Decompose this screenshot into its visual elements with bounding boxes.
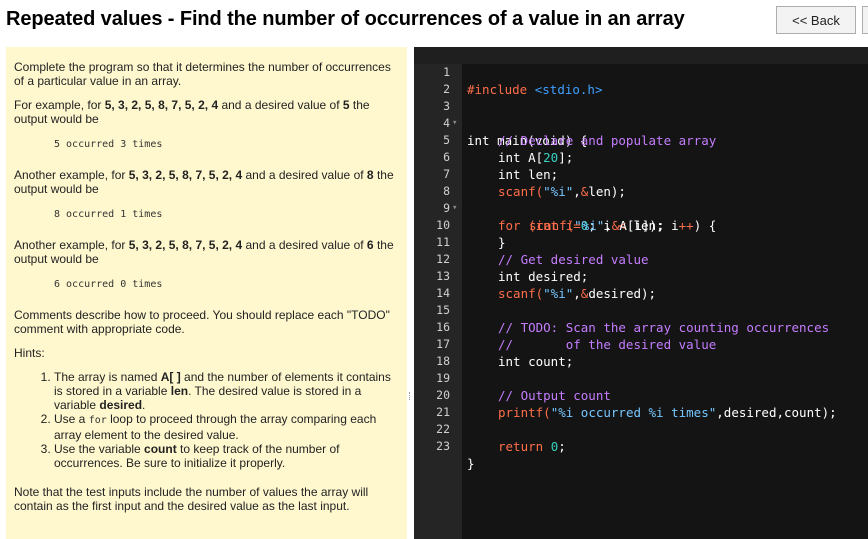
example-3-output: 6 occurred 0 times (54, 279, 163, 290)
example-1-output: 5 occurred 3 times (54, 139, 163, 150)
code-line[interactable]: 2 (414, 64, 868, 96)
example-2-text: Another example, for 5, 3, 2, 5, 8, 7, 5… (14, 168, 394, 196)
code-line[interactable]: 17 int count; (414, 319, 868, 369)
code-line[interactable]: 15 // TODO: Scan the array counting occu… (414, 285, 868, 335)
code-line[interactable]: 9 scanf("%i",&A[i]); (414, 183, 868, 233)
intro-text: Complete the program so that it determin… (14, 60, 391, 88)
code-line[interactable]: 19 // Output count (414, 353, 868, 403)
code-text[interactable]: } (467, 455, 475, 472)
hint-item: Use a for loop to proceed through the ar… (54, 412, 399, 442)
example-3-text: Another example, for 5, 3, 2, 5, 8, 7, 5… (14, 238, 394, 266)
code-line[interactable]: 8 ▾ for (int i=0; i < len; i++) { (414, 166, 868, 233)
code-editor[interactable]: 1 #include <stdio.h> 2 3 ▾ int main(void… (414, 47, 868, 539)
hints-list: The array is named A[ ] and the number o… (14, 370, 399, 470)
code-line[interactable]: 12 int desired; (414, 234, 868, 284)
code-line[interactable]: 5 int A[20]; (414, 115, 868, 165)
example-1-text: For example, for 5, 3, 2, 5, 8, 7, 5, 2,… (14, 98, 370, 126)
code-line[interactable]: 18 (414, 336, 868, 368)
code-line[interactable]: 11 // Get desired value (414, 217, 868, 267)
line-number: 23 (436, 439, 450, 453)
back-button[interactable]: << Back (776, 6, 856, 34)
code-line[interactable]: 13 scanf("%i",&desired); (414, 251, 868, 301)
code-line[interactable]: 16 // of the desired value (414, 302, 868, 352)
code-line[interactable]: 6 int len; (414, 132, 868, 182)
code-line[interactable]: 4 // Declare and populate array (414, 98, 868, 148)
code-line[interactable]: 22 return 0; (414, 404, 868, 454)
code-line[interactable]: 23 } (414, 421, 868, 471)
code-line[interactable]: 20 printf("%i occurred %i times",desired… (414, 370, 868, 420)
hint-item: The array is named A[ ] and the number o… (54, 370, 399, 412)
comments-text: Comments describe how to proceed. You sh… (14, 308, 390, 336)
page-title: Repeated values - Find the number of occ… (6, 8, 685, 30)
instructions-panel: Complete the program so that it determin… (6, 47, 407, 539)
code-line[interactable]: 1 #include <stdio.h> (414, 47, 868, 97)
code-line[interactable]: 14 (414, 268, 868, 300)
secondary-nav-button[interactable] (862, 6, 868, 34)
code-text[interactable]: return 0; (498, 438, 566, 455)
code-line[interactable]: 3 ▾ int main(void) { (414, 81, 868, 148)
hint-item: Use the variable count to keep track of … (54, 442, 399, 470)
note-text: Note that the test inputs include the nu… (14, 485, 369, 513)
panel-splitter[interactable] (407, 47, 414, 539)
code-line[interactable]: 7 scanf("%i",&len); (414, 149, 868, 199)
code-line[interactable]: 21 (414, 387, 868, 419)
code-line[interactable]: 10 } (414, 200, 868, 250)
example-2-output: 8 occurred 1 times (54, 209, 163, 220)
splitter-grip-icon[interactable] (409, 392, 411, 400)
hints-label: Hints: (14, 346, 45, 360)
